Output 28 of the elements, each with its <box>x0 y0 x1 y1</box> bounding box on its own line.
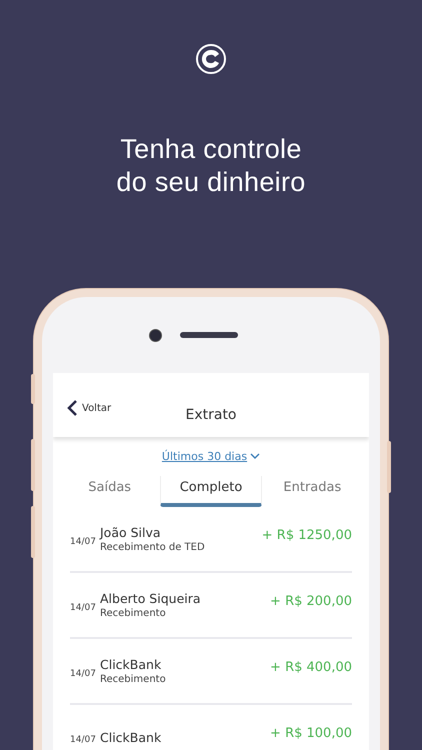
logo-icon <box>195 43 227 75</box>
headline: do seu dinheiro <box>116 166 306 199</box>
transaction-name: Alberto Siqueira <box>100 591 202 606</box>
camera-icon <box>148 328 162 342</box>
back-chevron-icon <box>67 399 78 417</box>
transaction-date: 14/07 <box>70 603 97 613</box>
transaction-date: 14/07 <box>70 735 97 745</box>
transaction-name: ClickBank <box>100 730 162 744</box>
chevron-down-icon <box>250 453 260 460</box>
transaction-date: 14/07 <box>70 669 97 679</box>
transaction-description: Recebimento <box>100 674 167 685</box>
transaction-amount: + R$ 100,00 <box>270 726 352 740</box>
headline: Tenha controle <box>120 133 302 166</box>
transaction-description: Recebimento de TED <box>100 542 206 553</box>
screen-title: Extrato <box>185 407 236 423</box>
transaction-name: ClickBank <box>100 657 162 672</box>
back-button[interactable]: Voltar <box>67 399 112 417</box>
transaction-description: Recebimento <box>100 608 167 619</box>
transaction-amount: + R$ 400,00 <box>270 660 352 674</box>
transaction-amount: + R$ 1250,00 <box>262 528 352 542</box>
tab[interactable]: Entradas <box>262 476 363 507</box>
tab[interactable]: Saídas <box>59 476 160 507</box>
transaction-name: João Silva <box>100 525 162 540</box>
transaction-date: 14/07 <box>70 537 97 547</box>
transaction-amount: + R$ 200,00 <box>270 594 352 608</box>
tab[interactable]: Completo <box>160 476 262 507</box>
period-link[interactable]: Últimos 30 dias <box>162 450 260 463</box>
speaker-icon <box>180 332 238 338</box>
